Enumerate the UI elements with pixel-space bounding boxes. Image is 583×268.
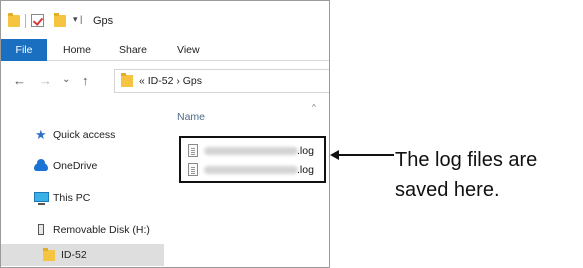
callout-arrow: [330, 150, 395, 160]
file-extension: .log: [297, 145, 314, 157]
folder-icon: [121, 73, 133, 87]
properties-checkbox-icon[interactable]: [31, 14, 44, 27]
back-button[interactable]: ←: [13, 74, 26, 88]
divider: [25, 14, 26, 28]
redacted-filename: [204, 147, 298, 155]
text-file-icon: [188, 163, 198, 176]
file-list-pane: ^ Name .log .log: [164, 101, 329, 267]
ribbon-tabs: File Home Share View: [1, 39, 329, 61]
nav-item-removable-disk[interactable]: Removable Disk (H:): [1, 219, 164, 241]
folder-icon: [8, 13, 20, 27]
file-explorer-window: ▾ | Gps File Home Share View ← → ⌄ ↑ « I…: [0, 0, 330, 268]
highlight-box: .log .log: [179, 136, 326, 183]
callout-text: The log files are saved here.: [395, 145, 537, 205]
tab-file[interactable]: File: [1, 39, 47, 61]
nav-item-id-52[interactable]: ID-52: [1, 244, 164, 266]
redacted-filename: [204, 166, 298, 174]
nav-item-quick-access[interactable]: ★ Quick access: [1, 124, 164, 146]
address-path: « ID-52 › Gps: [139, 75, 203, 87]
nav-item-label: OneDrive: [53, 160, 98, 172]
title-bar: ▾ | Gps: [1, 1, 329, 39]
nav-item-label: ID-52: [61, 249, 87, 261]
file-row[interactable]: .log: [188, 162, 318, 178]
nav-item-this-pc[interactable]: This PC: [1, 187, 164, 209]
nav-item-label: Quick access: [53, 129, 116, 141]
navigation-pane: ★ Quick access OneDrive This PC Removabl…: [1, 101, 164, 267]
file-row[interactable]: .log: [188, 143, 318, 159]
nav-item-label: This PC: [53, 192, 91, 204]
drive-icon: [38, 224, 44, 235]
navigation-bar: ← → ⌄ ↑ « ID-52 › Gps: [1, 61, 329, 101]
tab-home[interactable]: Home: [63, 39, 91, 61]
arrow-line: [336, 154, 394, 156]
address-bar[interactable]: « ID-52 › Gps: [114, 69, 329, 93]
nav-item-onedrive[interactable]: OneDrive: [1, 155, 164, 177]
text-file-icon: [188, 144, 198, 157]
recent-locations-button[interactable]: ⌄: [62, 73, 70, 87]
up-button[interactable]: ↑: [82, 74, 89, 88]
sort-ascending-icon: ^: [312, 103, 316, 112]
file-extension: .log: [297, 164, 314, 176]
callout-line-1: The log files are: [395, 149, 538, 171]
column-header-name[interactable]: Name: [177, 111, 205, 123]
computer-icon: [34, 192, 49, 205]
cloud-icon: [34, 159, 48, 171]
star-icon: ★: [35, 127, 47, 142]
customize-quick-access-dropdown[interactable]: ▾ |: [73, 14, 82, 25]
tab-share[interactable]: Share: [119, 39, 147, 61]
callout-line-2: saved here.: [395, 179, 500, 201]
window-title: Gps: [93, 15, 114, 27]
nav-item-label: Removable Disk (H:): [53, 224, 150, 236]
new-folder-icon[interactable]: [54, 13, 66, 27]
folder-icon: [43, 248, 55, 261]
tab-view[interactable]: View: [177, 39, 200, 61]
forward-button[interactable]: →: [39, 74, 52, 88]
